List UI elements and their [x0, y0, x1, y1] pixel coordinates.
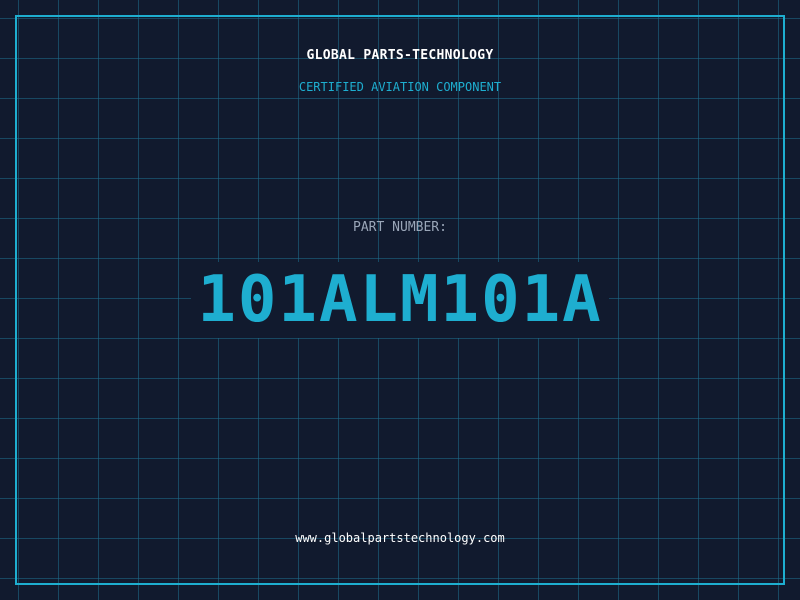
- part-number-value: 101ALM101A: [191, 262, 609, 338]
- website-url: www.globalpartstechnology.com: [295, 531, 505, 545]
- certification-text: CERTIFIED AVIATION COMPONENT: [298, 80, 502, 94]
- part-card: GLOBAL PARTS-TECHNOLOGY CERTIFIED AVIATI…: [0, 0, 800, 600]
- part-number-label: PART NUMBER:: [353, 220, 447, 235]
- part-number-container: 101ALM101A: [0, 262, 800, 338]
- company-name: GLOBAL PARTS-TECHNOLOGY: [306, 48, 494, 63]
